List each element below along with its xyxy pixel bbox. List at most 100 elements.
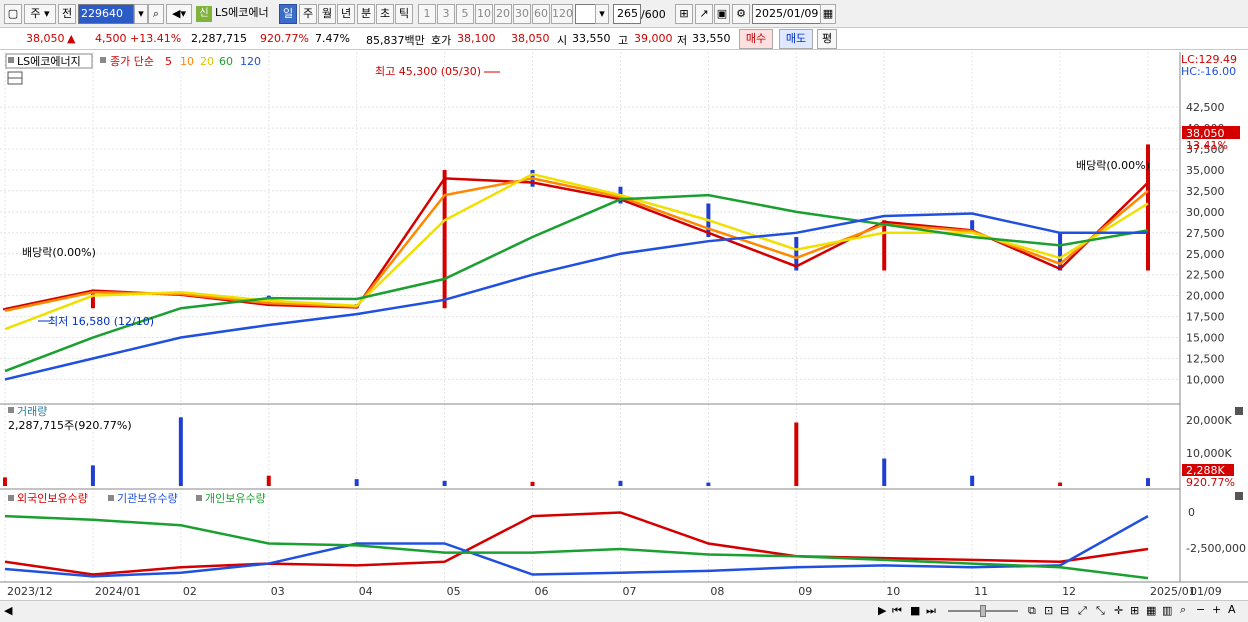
open-label: 시 [557, 34, 568, 47]
period-second[interactable]: 초 [376, 4, 394, 24]
interval-20[interactable]: 20 [494, 4, 512, 24]
volume-close-icon[interactable] [1235, 407, 1243, 415]
scroll-left-icon[interactable]: ◀ [4, 604, 12, 617]
current-pct-tag: 13.41% [1186, 139, 1228, 152]
count-max: /600 [641, 8, 666, 21]
interval-10[interactable]: 10 [475, 4, 493, 24]
quote-bar: 38,050 ▲ 4,500 +13.41% 2,287,715 920.77%… [0, 28, 1248, 50]
window-icon[interactable]: ▢ [4, 4, 22, 24]
auto-scale-icon[interactable]: A [1228, 603, 1236, 616]
search-icon[interactable]: ⌕ [148, 4, 164, 24]
ma-20-label[interactable]: 20 [200, 55, 214, 68]
period-select-label: 주 [30, 7, 41, 20]
price-tick: 20,000 [1186, 290, 1225, 303]
holding-tick-0: 0 [1188, 506, 1195, 519]
crosshair-icon[interactable]: ✛ [1114, 604, 1123, 617]
interval-3[interactable]: 3 [437, 4, 455, 24]
ma-120-label[interactable]: 120 [240, 55, 261, 68]
interval-120[interactable]: 120 [551, 4, 573, 24]
x-tick: 01/09 [1190, 585, 1222, 598]
holding-legend-icon-2 [108, 495, 114, 501]
layout-icon[interactable]: ⊡ [1044, 604, 1053, 617]
shrink-icon[interactable]: ⤡ [1096, 604, 1105, 618]
legend-institution[interactable]: 기관보유수량 [117, 492, 178, 505]
volume-tick-10000k: 10,000K [1186, 447, 1232, 460]
period-tick[interactable]: 틱 [395, 4, 413, 24]
dividend-right: 배당락(0.00%) [1076, 159, 1150, 172]
toolbar: ▢ 주 ▾ 전 229640 ▾ ⌕ ◀▾ 신 LS에코에너 일 주 월 년 분… [0, 0, 1248, 28]
calendar-icon[interactable]: ▦ [820, 4, 836, 24]
draw-icon[interactable]: ↗ [695, 4, 713, 24]
x-tick: 2023/12 [7, 585, 53, 598]
copy-icon[interactable]: ⧉ [1028, 604, 1036, 618]
price-tick: 10,000 [1186, 373, 1225, 386]
volume-bar [266, 475, 271, 486]
interval-30[interactable]: 30 [513, 4, 531, 24]
play-icon[interactable]: ▶ [878, 604, 886, 617]
date-input[interactable]: 2025/01/09 [752, 4, 822, 24]
period-year[interactable]: 년 [337, 4, 355, 24]
buy-button[interactable]: 매수 [739, 29, 773, 49]
sound-icon[interactable]: ◀▾ [166, 4, 192, 24]
stock-chart[interactable]: 42,50040,00037,50035,00032,50030,00027,5… [0, 52, 1248, 600]
x-tick: 02 [183, 585, 197, 598]
stock-tag[interactable]: LS에코에너지 [17, 55, 81, 68]
period-month[interactable]: 월 [318, 4, 336, 24]
ask-price: 38,100 [457, 32, 496, 45]
holding-panel [4, 511, 1149, 580]
zoom-in-icon[interactable]: + [1212, 603, 1221, 616]
volume: 2,287,715 [191, 32, 247, 45]
interval-1[interactable]: 1 [418, 4, 436, 24]
grid-toggle-icon[interactable]: ▦ [1146, 604, 1156, 617]
volume-bar [442, 480, 447, 486]
zoom-slider-handle[interactable] [980, 605, 986, 617]
zoom-out-icon[interactable]: − [1196, 603, 1205, 616]
period-day[interactable]: 일 [279, 4, 297, 24]
open-price: 33,550 [572, 32, 611, 45]
count-input[interactable]: 265 [613, 4, 641, 24]
ma-5-label[interactable]: 5 [165, 55, 172, 68]
rewind-icon[interactable]: ⏮ [892, 604, 902, 618]
stock-tag-icon [8, 57, 14, 63]
legend-individual[interactable]: 개인보유수량 [205, 492, 266, 505]
volume-bar [90, 465, 95, 486]
period-week[interactable]: 주 [299, 4, 317, 24]
price-tick: 42,500 [1186, 101, 1225, 114]
volume-bar [3, 477, 7, 486]
legend-foreign[interactable]: 외국인보유수량 [17, 492, 88, 505]
save-icon[interactable]: ▣ [714, 4, 730, 24]
prev-button[interactable]: 전 [58, 4, 76, 24]
x-tick: 2024/01 [95, 585, 141, 598]
code-input[interactable]: 229640 [78, 4, 134, 24]
period-minute[interactable]: 분 [357, 4, 375, 24]
holding-line-0 [4, 511, 1149, 576]
x-tick: 09 [798, 585, 812, 598]
sell-button[interactable]: 매도 [779, 29, 813, 49]
volume-title[interactable]: 거래량 [17, 405, 47, 418]
eval-button[interactable]: 평 [817, 29, 837, 49]
interval-5[interactable]: 5 [456, 4, 474, 24]
stop-icon[interactable]: ■ [910, 604, 920, 617]
forward-icon[interactable]: ⏭ [926, 604, 936, 618]
gear-icon[interactable]: ⚙ [732, 4, 750, 24]
period-select[interactable]: 주 ▾ [24, 4, 56, 24]
ma-60-label[interactable]: 60 [219, 55, 233, 68]
custom-interval-dropdown-icon[interactable]: ▾ [595, 4, 609, 24]
indicator-icon[interactable]: ⊞ [675, 4, 693, 24]
zoom-search-icon[interactable]: ⌕ [1180, 603, 1186, 617]
volume-bar [178, 417, 183, 486]
price-tick: 17,500 [1186, 311, 1225, 324]
interval-60[interactable]: 60 [532, 4, 550, 24]
fit-icon[interactable]: ⊞ [1130, 604, 1139, 617]
volume-legend-icon [8, 407, 14, 413]
ma-line-5 [4, 177, 1149, 311]
price-tick: 35,000 [1186, 164, 1225, 177]
expand-icon[interactable]: ⤢ [1078, 604, 1087, 618]
scroll-bar[interactable]: ◀ ▶ ⏮ ■ ⏭ ⧉ ⊡ ⊟ ⤢ ⤡ ✛ ⊞ ▦ ▥ ⌕ − + A [0, 600, 1248, 622]
ma-legend-prefix[interactable]: 종가 단순 [110, 55, 154, 68]
holding-close-icon[interactable] [1235, 492, 1243, 500]
split-icon[interactable]: ⊟ [1060, 604, 1069, 617]
ma-10-label[interactable]: 10 [180, 55, 194, 68]
bars-icon[interactable]: ▥ [1162, 604, 1172, 617]
code-dropdown-icon[interactable]: ▾ [134, 4, 148, 24]
